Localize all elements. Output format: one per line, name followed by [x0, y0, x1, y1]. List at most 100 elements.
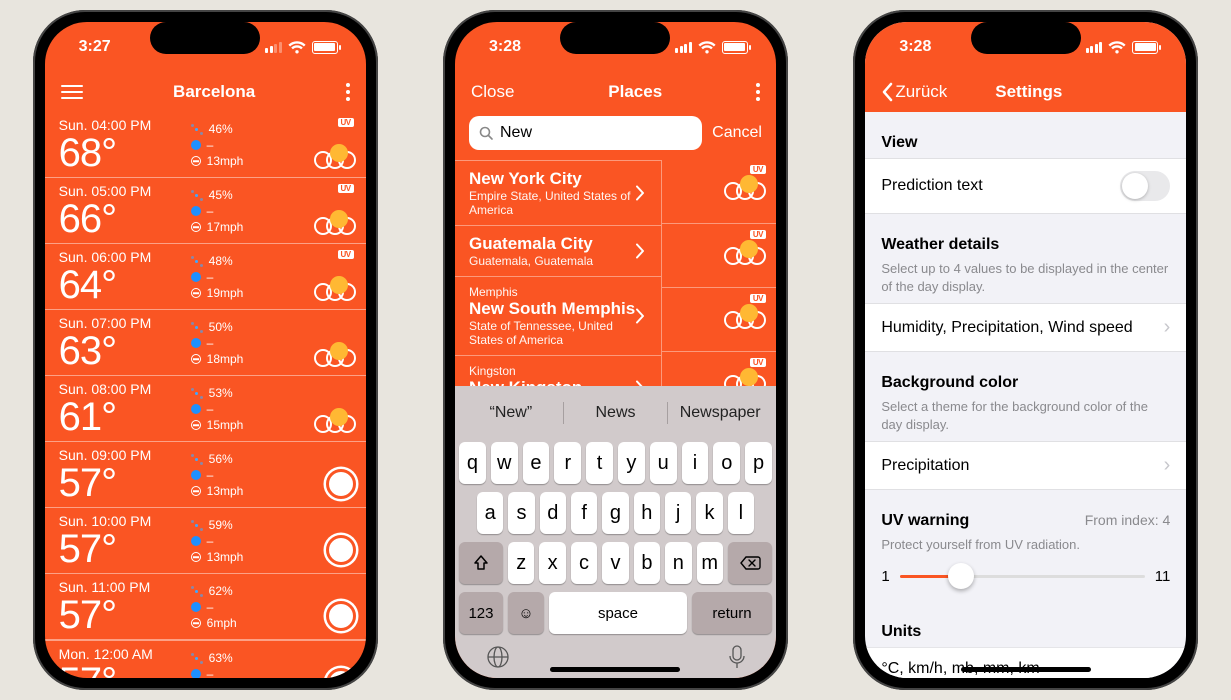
row-bg-color[interactable]: Precipitation › — [865, 441, 1186, 490]
hint: Select a theme for the background color … — [865, 398, 1186, 441]
key-c[interactable]: c — [571, 542, 597, 584]
precip-icon — [191, 470, 201, 480]
forecast-row[interactable]: Sun. 07:00 PM63°50%–18mph — [45, 309, 366, 375]
menu-icon[interactable] — [61, 81, 83, 104]
uv-slider[interactable]: 1 11 — [865, 562, 1186, 601]
key-f[interactable]: f — [571, 492, 597, 534]
key-e[interactable]: e — [523, 442, 550, 484]
close-button[interactable]: Close — [471, 82, 514, 102]
globe-icon[interactable] — [485, 644, 511, 670]
forecast-row[interactable]: Sun. 05:00 PM66°45%–17mphUV — [45, 177, 366, 243]
key-y[interactable]: y — [618, 442, 645, 484]
space-key[interactable]: space — [549, 592, 687, 634]
precip-icon — [191, 272, 201, 282]
result-row[interactable]: MemphisNew South MemphisState of Tenness… — [455, 276, 661, 355]
suggestion[interactable]: Newspaper — [668, 404, 772, 422]
forecast-row[interactable]: Sun. 11:00 PM57°62%–6mph — [45, 573, 366, 639]
forecast-row[interactable]: Sun. 08:00 PM61°53%–15mph — [45, 375, 366, 441]
forecast-row[interactable]: Sun. 04:00 PM68°46%–13mphUV — [45, 112, 366, 177]
return-key[interactable]: return — [692, 592, 772, 634]
forecast-list[interactable]: Sun. 04:00 PM68°46%–13mphUVSun. 05:00 PM… — [45, 112, 366, 678]
background-column: UVUVUVUVUV — [661, 160, 776, 386]
result-row[interactable]: KingstonNew KingstonSt. Andrew, Jamaica — [455, 355, 661, 386]
humidity-icon — [191, 586, 203, 597]
cancel-button[interactable]: Cancel — [712, 124, 762, 142]
toggle-switch[interactable] — [1120, 171, 1170, 201]
key-z[interactable]: z — [508, 542, 534, 584]
forecast-row[interactable]: Sun. 09:00 PM57°56%–13mph — [45, 441, 366, 507]
precip-icon — [191, 338, 201, 348]
key-r[interactable]: r — [554, 442, 581, 484]
settings-body[interactable]: View Prediction text Weather details Sel… — [865, 112, 1186, 678]
forecast-row[interactable]: Sun. 10:00 PM57°59%–13mph — [45, 507, 366, 573]
uv-badge: UV — [338, 184, 354, 193]
uv-badge: UV — [750, 165, 766, 174]
key-v[interactable]: v — [602, 542, 628, 584]
key-n[interactable]: n — [665, 542, 691, 584]
key-k[interactable]: k — [696, 492, 722, 534]
wind-icon — [191, 354, 201, 364]
key-p[interactable]: p — [745, 442, 772, 484]
key-m[interactable]: m — [697, 542, 723, 584]
uv-current: From index: 4 — [1085, 512, 1171, 530]
more-icon[interactable] — [346, 83, 350, 101]
search-value: New — [500, 124, 532, 142]
more-icon[interactable] — [756, 83, 760, 101]
search-input[interactable]: New — [469, 116, 702, 150]
row-unit-metric[interactable]: °C, km/h, mb, mm, km — [865, 647, 1186, 678]
key-d[interactable]: d — [540, 492, 566, 534]
key-a[interactable]: a — [477, 492, 503, 534]
search-icon — [479, 126, 494, 141]
key-l[interactable]: l — [728, 492, 754, 534]
forecast-row[interactable]: Mon. 12:00 AM57°63%–3mph — [45, 639, 366, 678]
suggestion[interactable]: “New” — [459, 404, 563, 422]
chevron-left-icon — [881, 82, 893, 102]
key-i[interactable]: i — [682, 442, 709, 484]
wind-icon — [191, 552, 201, 562]
navbar: Barcelona — [45, 72, 366, 112]
key-g[interactable]: g — [602, 492, 628, 534]
humidity-icon — [191, 124, 203, 135]
results-list: New York CityEmpire State, United States… — [455, 160, 661, 386]
suggestion[interactable]: News — [564, 404, 668, 422]
emoji-key[interactable]: ☺ — [508, 592, 544, 634]
row-stats: 50%–18mph — [191, 320, 244, 366]
slider-thumb[interactable] — [948, 563, 974, 589]
key-t[interactable]: t — [586, 442, 613, 484]
key-j[interactable]: j — [665, 492, 691, 534]
home-indicator — [961, 667, 1091, 672]
moon-icon — [326, 535, 356, 565]
key-q[interactable]: q — [459, 442, 486, 484]
key-x[interactable]: x — [539, 542, 565, 584]
cloud-sun-icon — [314, 283, 356, 301]
row-temp: 68° — [59, 133, 191, 173]
shift-key[interactable] — [459, 542, 503, 584]
status-time: 3:28 — [489, 38, 521, 56]
numeric-key[interactable]: 123 — [459, 592, 503, 634]
row-temp: 57° — [59, 595, 191, 635]
chevron-right-icon — [636, 309, 645, 324]
dynamic-island — [560, 22, 670, 54]
row-prediction-text[interactable]: Prediction text — [865, 158, 1186, 214]
section-weather-details: Weather details — [865, 214, 1186, 260]
humidity-icon — [191, 653, 203, 664]
section-units: Units — [865, 601, 1186, 647]
mic-icon[interactable] — [728, 644, 746, 670]
result-row[interactable]: Guatemala CityGuatemala, Guatemala — [455, 225, 661, 276]
result-row[interactable]: New York CityEmpire State, United States… — [455, 160, 661, 225]
battery-icon — [722, 41, 748, 54]
backspace-key[interactable] — [728, 542, 772, 584]
cloud-sun-icon — [314, 151, 356, 169]
key-u[interactable]: u — [650, 442, 677, 484]
key-b[interactable]: b — [634, 542, 660, 584]
row-temp: 64° — [59, 265, 191, 305]
forecast-row[interactable]: Sun. 06:00 PM64°48%–19mphUV — [45, 243, 366, 309]
row-weather-details[interactable]: Humidity, Precipitation, Wind speed › — [865, 303, 1186, 352]
key-w[interactable]: w — [491, 442, 518, 484]
humidity-icon — [191, 520, 203, 531]
back-button[interactable]: Zurück — [881, 82, 947, 102]
key-h[interactable]: h — [634, 492, 660, 534]
key-s[interactable]: s — [508, 492, 534, 534]
key-o[interactable]: o — [713, 442, 740, 484]
section-uv: UV warning From index: 4 — [865, 490, 1186, 536]
